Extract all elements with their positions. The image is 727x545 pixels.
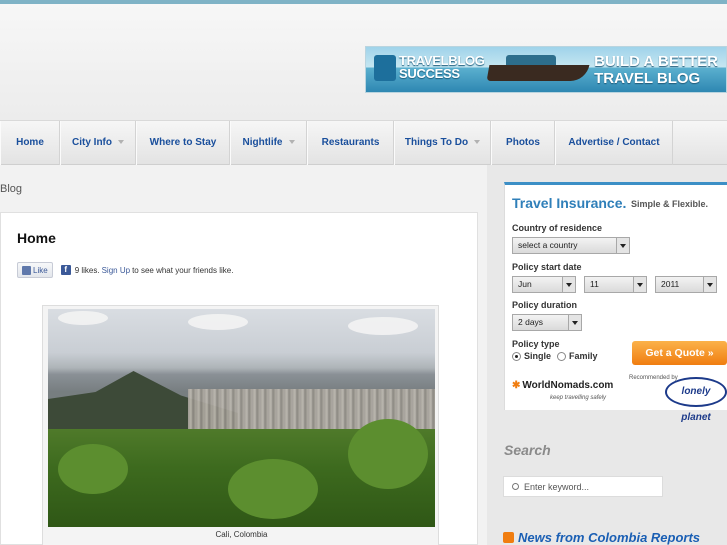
- policy-type-options: Single Family: [512, 351, 598, 361]
- country-select-value: select a country: [518, 240, 578, 250]
- worldnomads-tagline: keep travelling safely: [550, 395, 607, 401]
- radio-family[interactable]: [557, 351, 567, 361]
- chevron-down-icon: [474, 140, 481, 145]
- like-suffix: to see what your friends like.: [132, 265, 234, 275]
- cali-colombia-photo[interactable]: [48, 309, 435, 527]
- radio-single-label: Single: [524, 351, 552, 361]
- chevron-down-icon: [703, 277, 716, 292]
- nav-photos[interactable]: Photos: [491, 121, 555, 165]
- nav-city-info[interactable]: City Info: [60, 121, 136, 165]
- radio-single[interactable]: [512, 351, 521, 361]
- breadcrumb[interactable]: Blog: [0, 183, 22, 195]
- travelblog-success-banner[interactable]: TRAVELBLOG SUCCESS BUILD A BETTER TRAVEL…: [365, 46, 727, 93]
- start-year-select[interactable]: 2011: [655, 276, 717, 293]
- recommended-by: Recommended by: [629, 375, 678, 381]
- photo-caption: Cali, Colombia: [215, 530, 268, 539]
- travel-insurance-widget: Travel Insurance. Simple & Flexible. Cou…: [504, 182, 727, 423]
- banner-brand-line2: SUCCESS: [399, 66, 460, 81]
- news-title[interactable]: News from Colombia Reports: [518, 530, 700, 545]
- nav-advertise-contact[interactable]: Advertise / Contact: [555, 121, 673, 165]
- tree-shape: [228, 459, 318, 519]
- main-nav: Home City Info Where to Stay Nightlife R…: [0, 120, 727, 165]
- start-year-value: 2011: [661, 279, 680, 289]
- worldnomads-star-icon: ✱: [512, 380, 521, 391]
- banner-brand: TRAVELBLOG SUCCESS: [399, 54, 485, 80]
- nav-advertise-contact-label: Advertise / Contact: [568, 137, 660, 148]
- photo-frame: Cali, Colombia: [42, 305, 439, 545]
- search-input[interactable]: [524, 481, 660, 493]
- chevron-down-icon: [633, 277, 646, 292]
- boat-canopy: [506, 55, 556, 65]
- tree-shape: [58, 444, 128, 494]
- chevron-down-icon: [568, 315, 581, 330]
- nav-home[interactable]: Home: [0, 121, 60, 165]
- laptop-logo-icon: [374, 55, 396, 81]
- banner-tagline: BUILD A BETTER TRAVEL BLOG: [594, 53, 718, 87]
- cloud-shape: [348, 317, 418, 335]
- nav-things-to-do-label: Things To Do: [404, 137, 469, 148]
- cloud-shape: [58, 311, 108, 325]
- nav-city-info-label: City Info: [72, 137, 112, 148]
- get-quote-button[interactable]: Get a Quote »: [632, 341, 727, 365]
- rss-icon: [503, 532, 514, 543]
- nav-photos-label: Photos: [506, 137, 540, 148]
- start-day-value: 11: [590, 279, 599, 289]
- main-content: Home Like f 9 likes. Sign Up to see what…: [0, 212, 478, 545]
- site-header: TRAVELBLOG SUCCESS BUILD A BETTER TRAVEL…: [0, 4, 727, 120]
- cloud-shape: [188, 314, 248, 330]
- nav-restaurants[interactable]: Restaurants: [307, 121, 394, 165]
- tree-shape: [348, 419, 428, 489]
- chevron-down-icon: [562, 277, 575, 292]
- news-heading: News from Colombia Reports: [503, 530, 700, 545]
- country-select[interactable]: select a country: [512, 237, 630, 254]
- residence-label: Country of residence: [512, 223, 603, 233]
- insurance-subtitle: Simple & Flexible.: [631, 199, 709, 209]
- nav-nightlife-label: Nightlife: [242, 137, 283, 148]
- banner-tagline-line1: BUILD A BETTER: [594, 53, 718, 70]
- facebook-like-row: Like f 9 likes. Sign Up to see what your…: [17, 261, 233, 279]
- start-month-select[interactable]: Jun: [512, 276, 576, 293]
- lonely-planet-logo: lonely planet: [665, 377, 727, 423]
- facebook-icon: f: [60, 265, 71, 275]
- worldnomads-logo[interactable]: ✱ WorldNomads.com: [512, 380, 613, 391]
- nav-nightlife[interactable]: Nightlife: [230, 121, 307, 165]
- worldnomads-brand: WorldNomads.com: [522, 380, 614, 391]
- policy-type-label: Policy type: [512, 339, 560, 349]
- nav-things-to-do[interactable]: Things To Do: [394, 121, 491, 165]
- banner-tagline-line2: TRAVEL BLOG: [594, 70, 701, 87]
- thumbs-up-icon: [22, 265, 31, 275]
- chevron-down-icon: [288, 140, 295, 145]
- start-day-select[interactable]: 11: [584, 276, 647, 293]
- boat-illustration: [486, 65, 590, 81]
- nav-where-to-stay[interactable]: Where to Stay: [136, 121, 230, 165]
- start-month-value: Jun: [518, 279, 532, 289]
- nav-where-to-stay-label: Where to Stay: [149, 137, 217, 148]
- duration-select[interactable]: 2 days: [512, 314, 582, 331]
- start-date-label: Policy start date: [512, 262, 582, 272]
- insurance-title: Travel Insurance.: [512, 195, 627, 211]
- nav-home-label: Home: [16, 137, 44, 148]
- signup-link[interactable]: Sign Up: [102, 266, 130, 275]
- search-heading: Search: [504, 442, 551, 458]
- like-button-label: Like: [33, 265, 48, 275]
- chevron-down-icon: [616, 238, 629, 253]
- duration-value: 2 days: [518, 317, 544, 327]
- search-icon: [512, 483, 519, 490]
- radio-family-label: Family: [569, 351, 598, 361]
- nav-restaurants-label: Restaurants: [321, 137, 380, 148]
- chevron-down-icon: [118, 140, 124, 145]
- page-title: Home: [17, 230, 56, 246]
- search-box: [503, 476, 663, 497]
- like-count: 9 likes.: [74, 265, 100, 275]
- duration-label: Policy duration: [512, 300, 578, 310]
- facebook-like-button[interactable]: Like: [17, 262, 53, 278]
